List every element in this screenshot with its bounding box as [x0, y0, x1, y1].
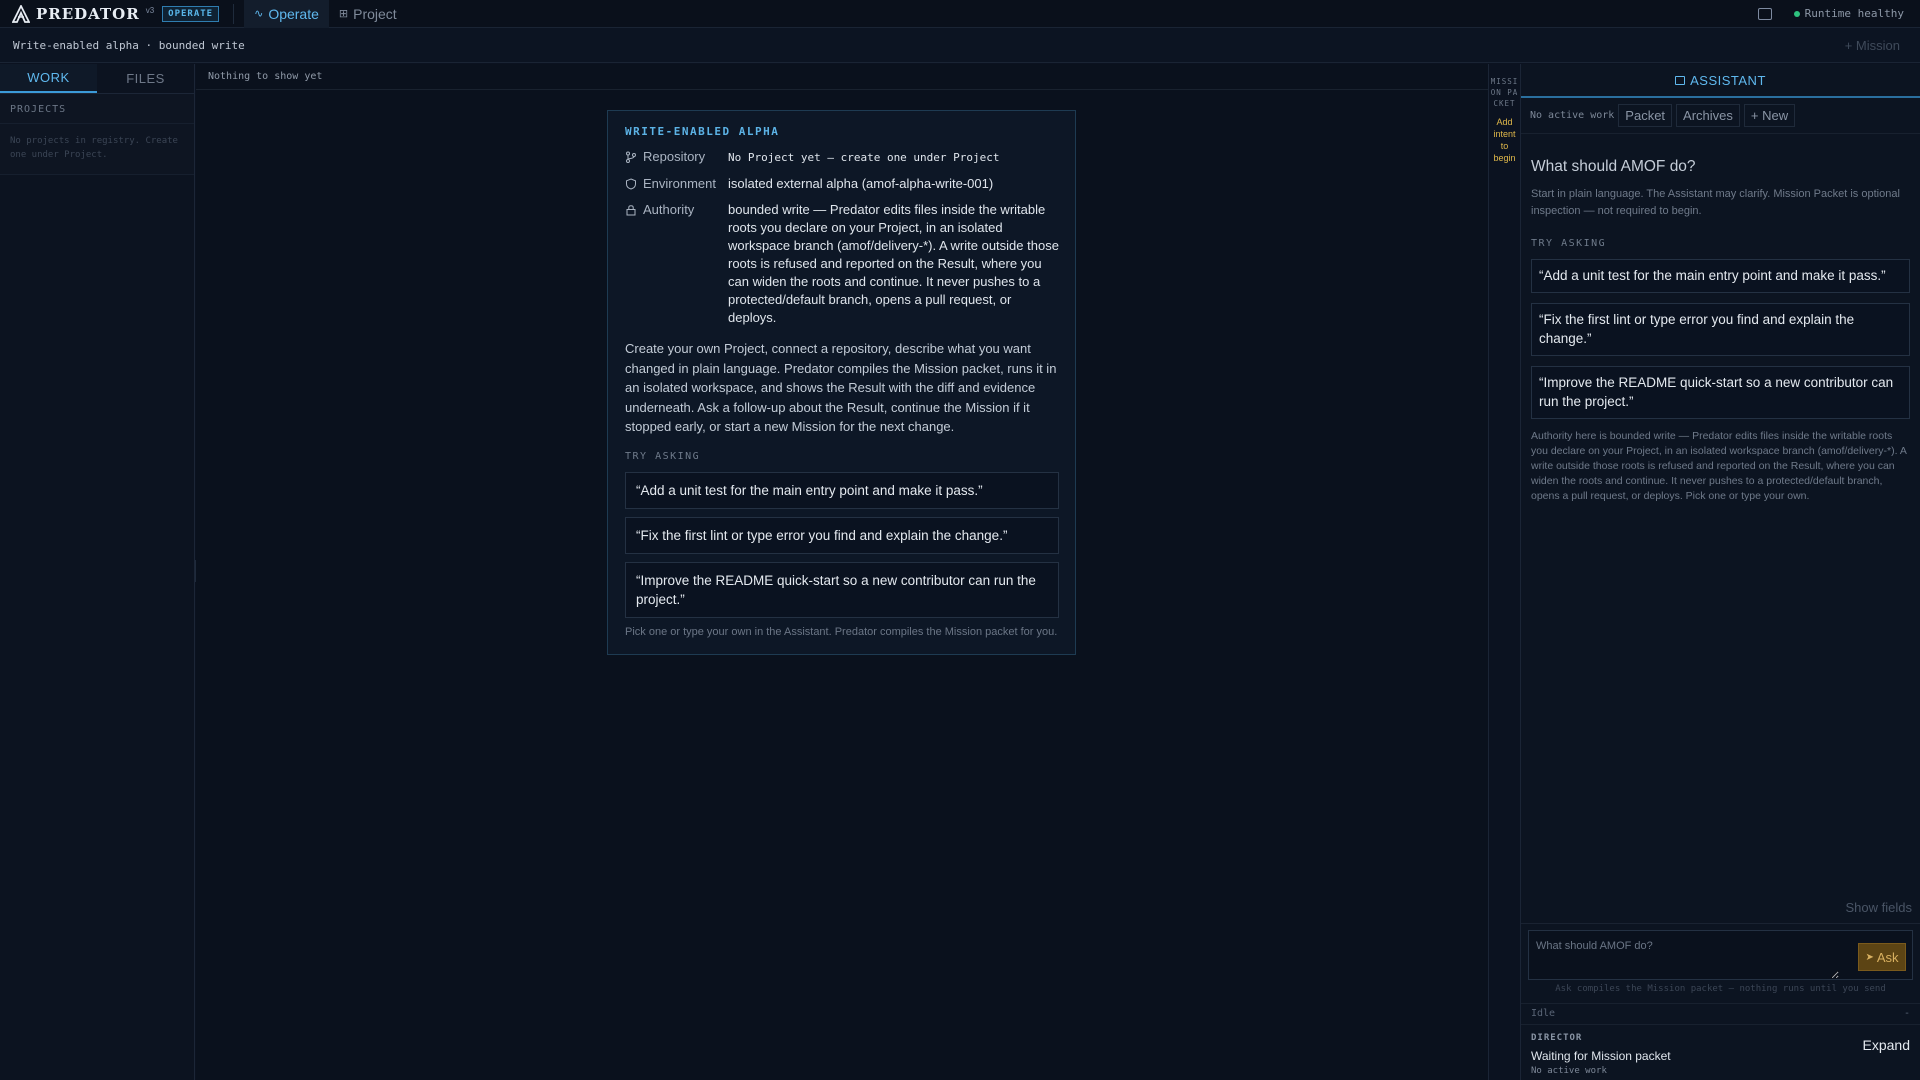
status-dot-icon [1793, 10, 1800, 17]
tab-project[interactable]: ⊞ Project [329, 0, 407, 28]
environment-row: Environment isolated external alpha (amo… [625, 175, 1059, 193]
projects-empty-message: No projects in registry. Create one unde… [0, 124, 194, 175]
grid-icon: ⊞ [338, 8, 349, 20]
left-tabs: WORK FILES [0, 64, 194, 94]
suggestion-add-unit-test[interactable]: “Add a unit test for the main entry poin… [625, 471, 1059, 509]
suggestion-fix-lint-error[interactable]: “Fix the first lint or type error you fi… [625, 516, 1059, 554]
authority-row: Authority bounded write — Predator edits… [625, 201, 1059, 327]
mission-packet-hint: Add intent to begin [1493, 117, 1516, 163]
suggestion-improve-readme[interactable]: “Improve the README quick-start so a new… [625, 561, 1059, 618]
repository-label: Repository [625, 148, 728, 167]
assistant-title: ASSISTANT [1690, 72, 1766, 88]
assistant-panel: ASSISTANT No active work Packet Archives… [1521, 64, 1920, 1080]
assistant-toolbar: No active work Packet Archives + New [1521, 98, 1920, 134]
card-title: WRITE-ENABLED ALPHA [625, 125, 780, 138]
top-bar: PREDATOR v3 OPERATE ∿ Operate ⊞ Project … [0, 0, 1920, 28]
idle-dash: - [1903, 1008, 1910, 1019]
brand[interactable]: PREDATOR v3 OPERATE [0, 0, 220, 28]
sub-bar: Write-enabled alpha · bounded write + Mi… [0, 28, 1920, 63]
repository-value: No Project yet — create one under Projec… [728, 151, 1000, 164]
authority-value: bounded write — Predator edits files ins… [728, 202, 1059, 325]
expand-button[interactable]: Expand [1863, 1037, 1910, 1053]
authority-label: Authority [625, 201, 728, 327]
mode-badge: OPERATE [162, 5, 220, 22]
assistant-suggestion-fix-lint-error[interactable]: “Fix the first lint or type error you fi… [1531, 302, 1910, 356]
projects-header: PROJECTS [0, 94, 194, 124]
assistant-intro: Start in plain language. The Assistant m… [1531, 188, 1900, 217]
new-button[interactable]: + New [1743, 104, 1796, 127]
environment-label: Environment [625, 175, 728, 193]
assistant-header[interactable]: ASSISTANT [1521, 64, 1920, 98]
director-status: Waiting for Mission packet [1531, 1049, 1671, 1063]
try-asking-label: TRY ASKING [625, 450, 701, 462]
director-panel: DIRECTOR Waiting for Mission packet No a… [1521, 1027, 1920, 1080]
assistant-suggestion-improve-readme[interactable]: “Improve the README quick-start so a new… [1531, 365, 1910, 419]
director-label: DIRECTOR [1531, 1033, 1583, 1043]
idle-label: Idle [1531, 1008, 1556, 1019]
no-active-work-label: No active work [1530, 110, 1615, 121]
divider [233, 3, 235, 24]
ask-box: ➤ Ask [1528, 930, 1913, 980]
empty-state-bar: Nothing to show yet [196, 64, 1488, 90]
assistant-body: What should AMOF do? Start in plain lang… [1521, 158, 1920, 504]
environment-label-text: Environment [643, 176, 716, 191]
repository-label-text: Repository [643, 149, 706, 164]
repository-row: Repository No Project yet — create one u… [625, 148, 1059, 167]
environment-title: Write-enabled alpha · bounded write [13, 38, 245, 52]
left-sidebar: WORK FILES PROJECTS No projects in regis… [0, 64, 195, 1080]
authority-label-text: Authority [643, 202, 695, 217]
show-fields-button[interactable]: Show fields [1846, 900, 1912, 915]
lock-icon [626, 205, 636, 216]
ask-hint: Ask compiles the Mission packet — nothin… [1555, 984, 1886, 994]
predator-logo-icon [12, 4, 30, 23]
ask-button[interactable]: ➤ Ask [1858, 943, 1906, 971]
welcome-card: WRITE-ENABLED ALPHA Repository No Projec… [607, 110, 1076, 655]
tab-project-label: Project [353, 5, 397, 22]
new-mission-button[interactable]: + Mission [1845, 38, 1900, 53]
divider [1521, 923, 1920, 924]
chat-icon [1675, 75, 1686, 85]
ask-button-label: Ask [1876, 949, 1899, 965]
assistant-question: What should AMOF do? [1531, 158, 1696, 175]
tab-operate-label: Operate [268, 5, 319, 22]
shield-icon [626, 178, 636, 190]
git-branch-icon [626, 151, 636, 163]
send-icon: ➤ [1865, 951, 1874, 963]
assistant-suggestion-add-unit-test[interactable]: “Add a unit test for the main entry poin… [1531, 259, 1910, 293]
assistant-try-asking-label: TRY ASKING [1531, 238, 1607, 249]
ask-input[interactable] [1529, 931, 1839, 979]
mission-packet-label: MISSION PACKET [1490, 77, 1519, 108]
activity-icon: ∿ [254, 8, 264, 20]
runtime-status: Runtime healthy [1804, 7, 1904, 20]
card-description: Create your own Project, connect a repos… [625, 341, 1057, 434]
mission-packet-rail[interactable]: MISSION PACKET Add intent to begin [1488, 64, 1521, 1080]
chat-icon[interactable] [1757, 7, 1772, 20]
packet-button[interactable]: Packet [1618, 104, 1673, 127]
tab-work[interactable]: WORK [0, 64, 97, 93]
environment-value: isolated external alpha (amof-alpha-writ… [728, 176, 994, 191]
archives-button[interactable]: Archives [1676, 104, 1740, 127]
director-sub: No active work [1531, 1066, 1607, 1076]
idle-status-bar: Idle - [1521, 1003, 1920, 1025]
version-label: v3 [145, 5, 155, 15]
top-right-cluster: Runtime healthy [1757, 7, 1920, 20]
tab-files[interactable]: FILES [97, 64, 194, 93]
tab-operate[interactable]: ∿ Operate [244, 0, 329, 28]
brand-name: PREDATOR [36, 4, 140, 23]
assistant-authority-note: Authority here is bounded write — Predat… [1531, 429, 1907, 502]
card-footnote: Pick one or type your own in the Assista… [625, 625, 1058, 638]
main-area: Nothing to show yet WRITE-ENABLED ALPHA … [196, 64, 1488, 1080]
